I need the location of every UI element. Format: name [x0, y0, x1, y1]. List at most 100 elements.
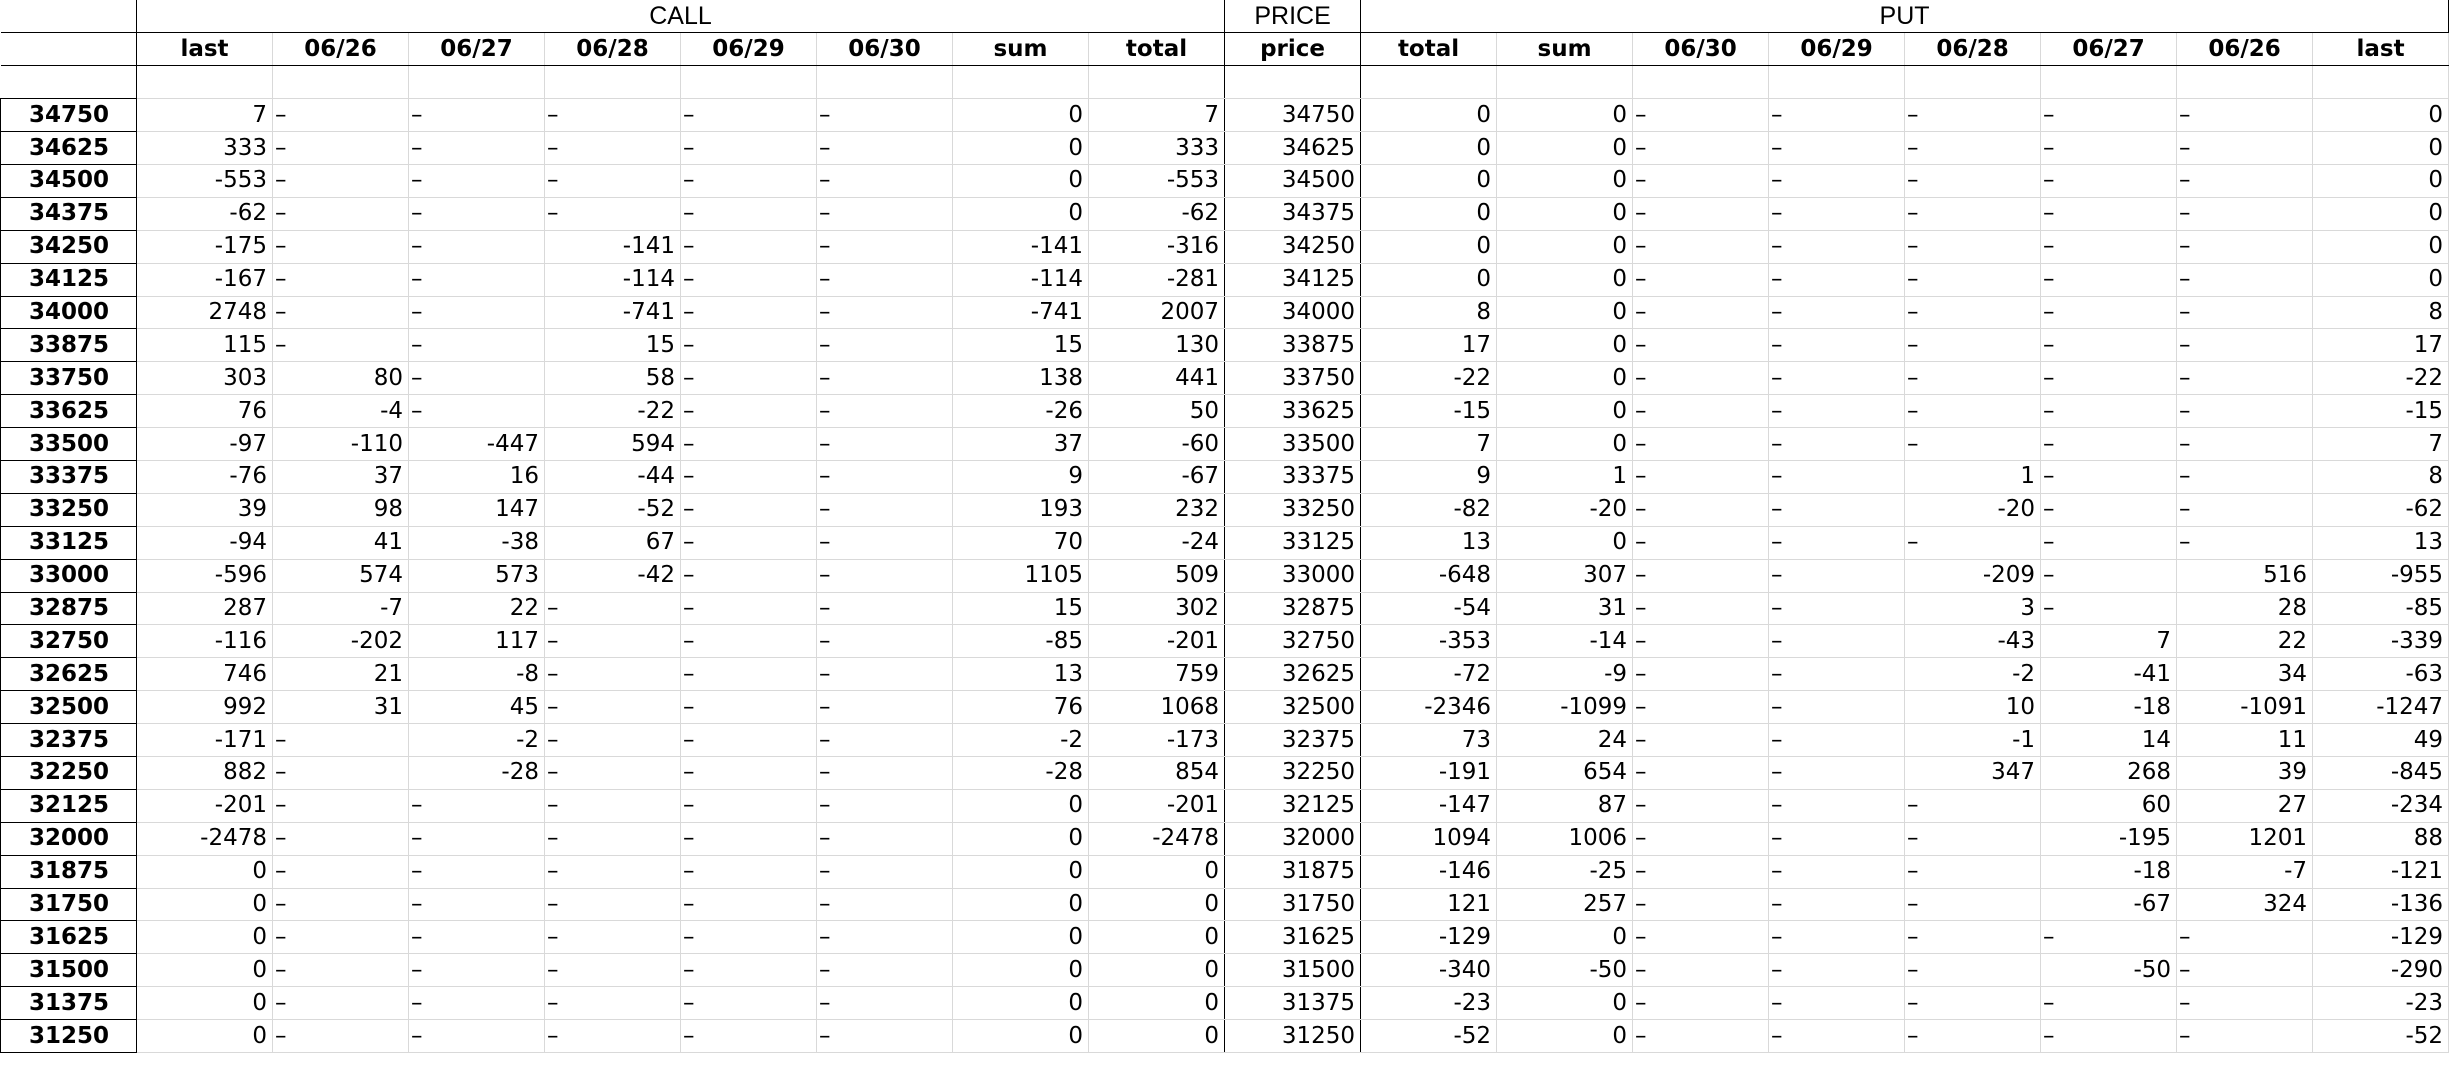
data-cell[interactable]: –: [1768, 888, 1906, 922]
data-cell[interactable]: -195: [2040, 822, 2178, 856]
data-cell[interactable]: 0: [136, 1019, 273, 1053]
data-cell[interactable]: –: [544, 756, 681, 790]
corner-cell[interactable]: [0, 0, 137, 34]
data-cell[interactable]: -18: [2040, 855, 2178, 889]
data-cell[interactable]: –: [272, 888, 409, 922]
data-cell[interactable]: –: [408, 328, 545, 363]
data-cell[interactable]: 0: [1360, 230, 1498, 264]
data-cell[interactable]: –: [1632, 394, 1770, 429]
data-cell[interactable]: –: [2040, 197, 2178, 231]
data-cell[interactable]: -50: [1496, 953, 1634, 988]
data-cell[interactable]: 45: [408, 690, 545, 725]
data-cell[interactable]: –: [1632, 427, 1770, 461]
data-cell[interactable]: 33000: [1224, 559, 1362, 593]
data-cell[interactable]: –: [408, 394, 545, 429]
data-cell[interactable]: -18: [2040, 690, 2178, 725]
data-cell[interactable]: 0: [1496, 230, 1634, 264]
row-label[interactable]: 32625: [0, 657, 137, 692]
data-cell[interactable]: 21: [272, 657, 409, 692]
data-cell[interactable]: –: [2040, 98, 2178, 133]
data-cell[interactable]: -114: [952, 263, 1089, 297]
data-cell[interactable]: 31: [1496, 592, 1634, 626]
data-cell[interactable]: –: [544, 164, 681, 198]
data-cell[interactable]: –: [1768, 624, 1906, 659]
data-cell[interactable]: 303: [136, 361, 273, 396]
data-cell[interactable]: -22: [544, 394, 681, 429]
data-cell[interactable]: –: [272, 197, 409, 231]
data-cell[interactable]: -2: [1904, 657, 2042, 692]
data-cell[interactable]: –: [1904, 822, 2042, 856]
data-cell[interactable]: –: [680, 328, 817, 363]
data-cell[interactable]: –: [1632, 559, 1770, 593]
data-cell[interactable]: -23: [2312, 986, 2449, 1021]
data-cell[interactable]: –: [1768, 296, 1906, 330]
data-cell[interactable]: 33250: [1224, 493, 1362, 527]
data-cell[interactable]: –: [272, 789, 409, 823]
data-cell[interactable]: –: [2176, 953, 2314, 988]
data-cell[interactable]: –: [544, 822, 681, 856]
data-cell[interactable]: -62: [2312, 493, 2449, 527]
row-label[interactable]: 33750: [0, 361, 137, 396]
data-cell[interactable]: 333: [136, 131, 273, 165]
data-cell[interactable]: –: [544, 953, 681, 988]
data-cell[interactable]: 138: [952, 361, 1089, 396]
data-cell[interactable]: –: [2040, 920, 2178, 955]
data-cell[interactable]: –: [816, 328, 953, 363]
data-cell[interactable]: 17: [2312, 328, 2449, 363]
data-cell[interactable]: -141: [952, 230, 1089, 264]
data-cell[interactable]: -76: [136, 460, 273, 494]
data-cell[interactable]: –: [408, 986, 545, 1021]
call-group-header[interactable]: CALL: [136, 0, 1226, 34]
data-cell[interactable]: 0: [2312, 197, 2449, 231]
data-cell[interactable]: –: [816, 624, 953, 659]
data-cell[interactable]: –: [272, 296, 409, 330]
blank-cell[interactable]: [2176, 65, 2314, 100]
data-cell[interactable]: –: [680, 526, 817, 560]
data-cell[interactable]: -129: [2312, 920, 2449, 955]
row-label[interactable]: 33500: [0, 427, 137, 461]
data-cell[interactable]: -553: [136, 164, 273, 198]
data-cell[interactable]: 347: [1904, 756, 2042, 790]
data-cell[interactable]: 121: [1360, 888, 1498, 922]
data-cell[interactable]: –: [2176, 1019, 2314, 1053]
data-cell[interactable]: 0: [952, 920, 1089, 955]
data-cell[interactable]: -339: [2312, 624, 2449, 659]
data-cell[interactable]: –: [1632, 361, 1770, 396]
data-cell[interactable]: –: [2040, 328, 2178, 363]
row-label[interactable]: 32000: [0, 821, 137, 856]
column-header-17[interactable]: last: [2312, 32, 2449, 67]
data-cell[interactable]: –: [1632, 526, 1770, 560]
data-cell[interactable]: -60: [1088, 427, 1226, 461]
data-cell[interactable]: -201: [136, 789, 273, 823]
data-cell[interactable]: -82: [1360, 493, 1498, 527]
price-group-header[interactable]: PRICE: [1224, 0, 1362, 34]
data-cell[interactable]: –: [2040, 493, 2178, 527]
data-cell[interactable]: -4: [272, 394, 409, 429]
data-cell[interactable]: 76: [952, 690, 1089, 725]
data-cell[interactable]: 76: [136, 394, 273, 429]
data-cell[interactable]: –: [2040, 361, 2178, 396]
data-cell[interactable]: –: [2040, 986, 2178, 1021]
data-cell[interactable]: –: [544, 986, 681, 1021]
data-cell[interactable]: –: [680, 953, 817, 988]
data-cell[interactable]: –: [408, 789, 545, 823]
data-cell[interactable]: -9: [1496, 657, 1634, 692]
data-cell[interactable]: 193: [952, 493, 1089, 527]
data-cell[interactable]: 39: [2176, 756, 2314, 790]
data-cell[interactable]: –: [544, 1019, 681, 1053]
data-cell[interactable]: -173: [1088, 723, 1226, 757]
data-cell[interactable]: 34500: [1224, 164, 1362, 198]
data-cell[interactable]: –: [1632, 756, 1770, 790]
data-cell[interactable]: –: [408, 855, 545, 889]
data-cell[interactable]: 0: [1496, 526, 1634, 560]
data-cell[interactable]: 0: [1088, 986, 1226, 1021]
data-cell[interactable]: -54: [1360, 592, 1498, 626]
row-label[interactable]: 32500: [0, 690, 137, 725]
data-cell[interactable]: 0: [1088, 855, 1226, 889]
data-cell[interactable]: –: [1632, 460, 1770, 494]
data-cell[interactable]: 98: [272, 493, 409, 527]
data-cell[interactable]: –: [1904, 789, 2042, 823]
data-cell[interactable]: –: [1632, 263, 1770, 297]
data-cell[interactable]: –: [1768, 1019, 1906, 1053]
data-cell[interactable]: –: [1632, 855, 1770, 889]
